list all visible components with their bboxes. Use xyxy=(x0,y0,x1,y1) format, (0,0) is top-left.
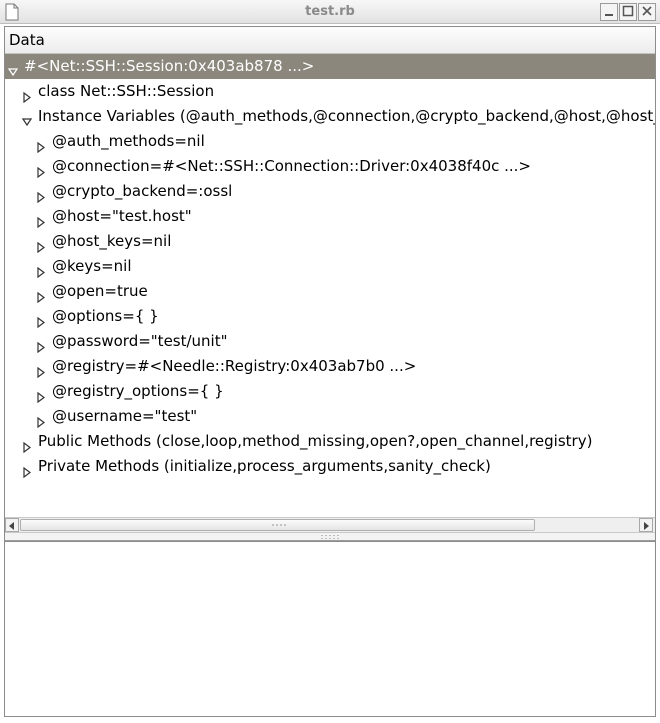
collapsed-triangle-icon[interactable] xyxy=(36,386,46,404)
scroll-right-arrow-icon xyxy=(642,516,650,534)
tree-row[interactable]: @password="test/unit" xyxy=(5,329,655,354)
detail-pane[interactable] xyxy=(5,541,655,716)
scroll-left-arrow-icon xyxy=(8,516,16,534)
tree-row[interactable]: Private Methods (initialize,process_argu… xyxy=(5,454,655,479)
close-button[interactable] xyxy=(638,3,656,21)
tree-row-label: Public Methods (close,loop,method_missin… xyxy=(38,432,593,450)
tree-row[interactable]: @crypto_backend=:ossl xyxy=(5,179,655,204)
scrollbar-thumb[interactable] xyxy=(20,519,535,531)
tree-row[interactable]: @host_keys=nil xyxy=(5,229,655,254)
tree-row[interactable]: class Net::SSH::Session xyxy=(5,79,655,104)
tree-row-label: class Net::SSH::Session xyxy=(38,82,215,100)
minimize-button[interactable] xyxy=(600,3,618,21)
expanded-triangle-icon[interactable] xyxy=(7,61,19,77)
tree-row-label: @keys=nil xyxy=(52,257,132,275)
collapsed-triangle-icon[interactable] xyxy=(36,161,46,179)
tree-row[interactable]: @connection=#<Net::SSH::Connection::Driv… xyxy=(5,154,655,179)
collapsed-triangle-icon[interactable] xyxy=(36,236,46,254)
maximize-button[interactable] xyxy=(619,3,637,21)
tree-row[interactable]: @host="test.host" xyxy=(5,204,655,229)
scroll-left-button[interactable] xyxy=(5,518,19,532)
horizontal-scrollbar[interactable] xyxy=(5,517,655,533)
tree-row[interactable]: @options={ } xyxy=(5,304,655,329)
collapsed-triangle-icon[interactable] xyxy=(36,136,46,154)
collapsed-triangle-icon[interactable] xyxy=(36,286,46,304)
tree-row-label: @crypto_backend=:ossl xyxy=(52,182,233,200)
collapsed-triangle-icon[interactable] xyxy=(36,311,46,329)
expanded-triangle-icon[interactable] xyxy=(21,111,33,127)
tree-row-label: Instance Variables (@auth_methods,@conne… xyxy=(38,107,655,125)
collapsed-triangle-icon[interactable] xyxy=(22,86,32,104)
collapsed-triangle-icon[interactable] xyxy=(36,411,46,429)
pane-splitter[interactable] xyxy=(5,533,655,541)
tree-row[interactable]: Instance Variables (@auth_methods,@conne… xyxy=(5,104,655,129)
tree-row-label: @auth_methods=nil xyxy=(52,132,205,150)
scroll-right-button[interactable] xyxy=(639,518,653,532)
tree-row-label: #<Net::SSH::Session:0x403ab878 ...> xyxy=(24,57,315,75)
splitter-grip xyxy=(320,534,340,539)
tree-row-label: @host="test.host" xyxy=(52,207,192,225)
tree-row-label: @username="test" xyxy=(52,407,198,425)
window-title: test.rb xyxy=(305,4,355,19)
tree-row-label: @registry_options={ } xyxy=(52,382,224,400)
tree-row-label: @registry=#<Needle::Registry:0x403ab7b0 … xyxy=(52,357,417,375)
tree-row-label: @connection=#<Net::SSH::Connection::Driv… xyxy=(52,157,531,175)
tree-row-label: @options={ } xyxy=(52,307,159,325)
tree-row-label: @open=true xyxy=(52,282,148,300)
collapsed-triangle-icon[interactable] xyxy=(22,436,32,454)
close-icon xyxy=(641,3,653,21)
tree-row[interactable]: @open=true xyxy=(5,279,655,304)
collapsed-triangle-icon[interactable] xyxy=(36,211,46,229)
tree-row[interactable]: @keys=nil xyxy=(5,254,655,279)
tree-row-label: @password="test/unit" xyxy=(52,332,228,350)
tree-row[interactable]: @username="test" xyxy=(5,404,655,429)
minimize-icon xyxy=(603,3,615,21)
scrollbar-grip xyxy=(271,523,287,528)
collapsed-triangle-icon[interactable] xyxy=(36,336,46,354)
tree-rows: #<Net::SSH::Session:0x403ab878 ...>class… xyxy=(5,54,655,479)
collapsed-triangle-icon[interactable] xyxy=(36,261,46,279)
tree-row[interactable]: #<Net::SSH::Session:0x403ab878 ...> xyxy=(5,54,655,79)
tree-row[interactable]: Public Methods (close,loop,method_missin… xyxy=(5,429,655,454)
tree-row[interactable]: @registry=#<Needle::Registry:0x403ab7b0 … xyxy=(5,354,655,379)
tree-row[interactable]: @registry_options={ } xyxy=(5,379,655,404)
collapsed-triangle-icon[interactable] xyxy=(22,461,32,479)
tree-row-label: Private Methods (initialize,process_argu… xyxy=(38,457,491,475)
object-tree[interactable]: Data #<Net::SSH::Session:0x403ab878 ...>… xyxy=(5,27,655,517)
column-header[interactable]: Data xyxy=(5,27,655,54)
tree-row[interactable]: @auth_methods=nil xyxy=(5,129,655,154)
maximize-icon xyxy=(622,3,634,21)
collapsed-triangle-icon[interactable] xyxy=(36,186,46,204)
main-frame: Data #<Net::SSH::Session:0x403ab878 ...>… xyxy=(4,26,656,717)
title-bar[interactable]: test.rb xyxy=(0,0,660,24)
collapsed-triangle-icon[interactable] xyxy=(36,361,46,379)
tree-row-label: @host_keys=nil xyxy=(52,232,172,250)
